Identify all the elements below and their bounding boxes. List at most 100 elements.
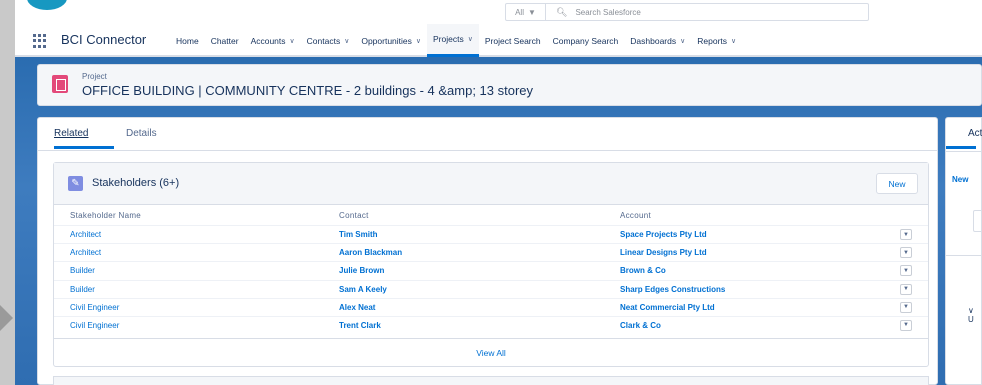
stakeholder-name-link[interactable]: Civil Engineer	[70, 321, 119, 330]
nav-item-label: Accounts	[250, 35, 286, 46]
account-link[interactable]: Sharp Edges Constructions	[620, 285, 725, 294]
salesforce-logo[interactable]	[27, 0, 67, 10]
search-input[interactable]: Search Salesforce	[575, 8, 640, 17]
row-actions-menu-icon[interactable]: ▼	[900, 319, 912, 331]
table-row: Architect Tim Smith Space Projects Pty Ltd…	[54, 225, 928, 243]
new-stakeholder-button[interactable]: New	[876, 173, 918, 194]
stakeholder-name-link[interactable]: Builder	[70, 285, 95, 294]
divider	[946, 255, 981, 256]
chevron-down-icon[interactable]: ∨	[290, 37, 295, 45]
global-search[interactable]: All ▼ 🔍︎ Search Salesforce	[505, 3, 869, 21]
account-link[interactable]: Neat Commercial Pty Ltd	[620, 303, 715, 312]
view-all-link[interactable]: View All	[54, 338, 928, 366]
nav-item-project-search[interactable]: Project Search	[479, 24, 547, 57]
nav-item-accounts[interactable]: Accounts ∨	[245, 24, 301, 57]
nav-item-contacts[interactable]: Contacts ∨	[301, 24, 356, 57]
nav-item-label: Company Search	[552, 35, 619, 46]
search-scope-select[interactable]: All ▼	[506, 4, 546, 20]
stakeholder-name-link[interactable]: Civil Engineer	[70, 303, 119, 312]
nav-item-label: Chatter	[210, 35, 239, 46]
global-header: All ▼ 🔍︎ Search Salesforce	[15, 0, 982, 24]
chevron-down-icon: ▼	[527, 7, 536, 17]
column-header-account[interactable]: Account	[620, 211, 651, 220]
active-tab-indicator	[54, 146, 114, 149]
nav-items: Home Chatter Accounts ∨ Contacts ∨ Opportuniti…	[170, 24, 742, 57]
chevron-down-icon: ∨	[968, 306, 974, 315]
stakeholders-related-list: ✎ Stakeholders (6+) New Stakeholder Name…	[53, 162, 929, 367]
stakeholder-name-link[interactable]: Architect	[70, 230, 101, 239]
nav-item-label: Home	[176, 35, 199, 46]
column-header-stakeholder[interactable]: Stakeholder Name	[70, 211, 141, 220]
table-header: Stakeholder Name Contact Account	[54, 208, 928, 224]
tab-details[interactable]: Details	[126, 128, 157, 139]
active-tab-indicator	[946, 146, 976, 149]
row-actions-menu-icon[interactable]: ▼	[900, 229, 912, 240]
navigation-bar: BCI Connector Home Chatter Accounts ∨ Contac…	[15, 24, 982, 57]
contact-link[interactable]: Julie Brown	[339, 266, 384, 275]
nav-item-reports[interactable]: Reports ∨	[691, 24, 742, 57]
upcoming-section-toggle[interactable]: ∨ U	[968, 306, 981, 324]
project-icon	[52, 75, 68, 93]
nav-item-chatter[interactable]: Chatter	[205, 24, 245, 57]
chevron-down-icon[interactable]: ∨	[468, 35, 473, 43]
tab-activity[interactable]: Act	[968, 128, 982, 139]
contact-link[interactable]: Aaron Blackman	[339, 248, 402, 257]
account-link[interactable]: Linear Designs Pty Ltd	[620, 248, 707, 257]
nav-item-label: Projects	[433, 34, 464, 44]
table-row: Civil Engineer Trent Clark Clark & Co ▼	[54, 315, 928, 334]
nav-item-label: Project Search	[484, 35, 541, 46]
chevron-down-icon[interactable]: ∨	[344, 37, 349, 45]
contact-link[interactable]: Tim Smith	[339, 230, 378, 239]
divider	[946, 151, 981, 152]
table-row: Architect Aaron Blackman Linear Designs Pt…	[54, 243, 928, 261]
chevron-down-icon[interactable]: ∨	[680, 37, 685, 45]
stakeholder-name-link[interactable]: Architect	[70, 248, 101, 257]
wrench-icon: ✎	[68, 176, 83, 191]
record-header: Project OFFICE BUILDING | COMMUNITY CENT…	[37, 64, 982, 106]
account-link[interactable]: Space Projects Pty Ltd	[620, 230, 707, 239]
carousel-left-arrow[interactable]	[0, 305, 13, 331]
app-window: All ▼ 🔍︎ Search Salesforce BCI Connector…	[15, 0, 982, 385]
tab-related[interactable]: Related	[54, 128, 88, 139]
related-list-title[interactable]: Stakeholders (6+)	[92, 177, 179, 189]
activity-input[interactable]	[973, 210, 982, 232]
new-activity-link[interactable]: New	[952, 175, 968, 184]
nav-item-label: Dashboards	[630, 35, 677, 46]
app-launcher-icon[interactable]	[33, 34, 47, 48]
contact-link[interactable]: Sam A Keely	[339, 285, 387, 294]
nav-item-label: Contacts	[306, 35, 341, 46]
row-actions-menu-icon[interactable]: ▼	[900, 301, 912, 313]
chevron-down-icon[interactable]: ∨	[731, 37, 736, 45]
contact-link[interactable]: Alex Neat	[339, 303, 375, 312]
contact-link[interactable]: Trent Clark	[339, 321, 381, 330]
table-row: Builder Julie Brown Brown & Co ▼	[54, 261, 928, 279]
account-link[interactable]: Clark & Co	[620, 321, 661, 330]
table-row: Builder Sam A Keely Sharp Edges Constructi…	[54, 279, 928, 298]
column-header-contact[interactable]: Contact	[339, 211, 369, 220]
nav-item-home[interactable]: Home	[170, 24, 205, 57]
activity-panel: Act New ∨ U	[945, 117, 982, 385]
account-link[interactable]: Brown & Co	[620, 266, 666, 275]
table-body: Architect Tim Smith Space Projects Pty Ltd…	[54, 225, 928, 334]
section-label: U	[968, 315, 974, 324]
search-scope-label: All	[515, 7, 524, 17]
stakeholder-name-link[interactable]: Builder	[70, 266, 95, 275]
nav-item-opportunities[interactable]: Opportunities ∨	[355, 24, 427, 57]
app-name: BCI Connector	[61, 32, 147, 47]
nav-item-label: Opportunities	[361, 35, 412, 46]
nav-item-dashboards[interactable]: Dashboards ∨	[624, 24, 691, 57]
nav-item-company-search[interactable]: Company Search	[547, 24, 625, 57]
row-actions-menu-icon[interactable]: ▼	[900, 247, 912, 259]
nav-item-projects[interactable]: Projects ∨	[427, 24, 479, 57]
record-tabs: Related Details	[38, 118, 937, 151]
chevron-down-icon[interactable]: ∨	[416, 37, 421, 45]
row-actions-menu-icon[interactable]: ▼	[900, 283, 912, 295]
row-actions-menu-icon[interactable]: ▼	[900, 265, 912, 277]
search-icon: 🔍︎	[556, 6, 568, 17]
main-card: Related Details ✎ Stakeholders (6+) New …	[37, 117, 938, 385]
related-list-header: ✎ Stakeholders (6+) New	[54, 163, 928, 205]
nav-item-label: Reports	[697, 35, 728, 46]
table-row: Civil Engineer Alex Neat Neat Commercial P…	[54, 297, 928, 316]
record-title: OFFICE BUILDING | COMMUNITY CENTRE - 2 b…	[82, 83, 534, 98]
next-related-list	[53, 376, 929, 385]
